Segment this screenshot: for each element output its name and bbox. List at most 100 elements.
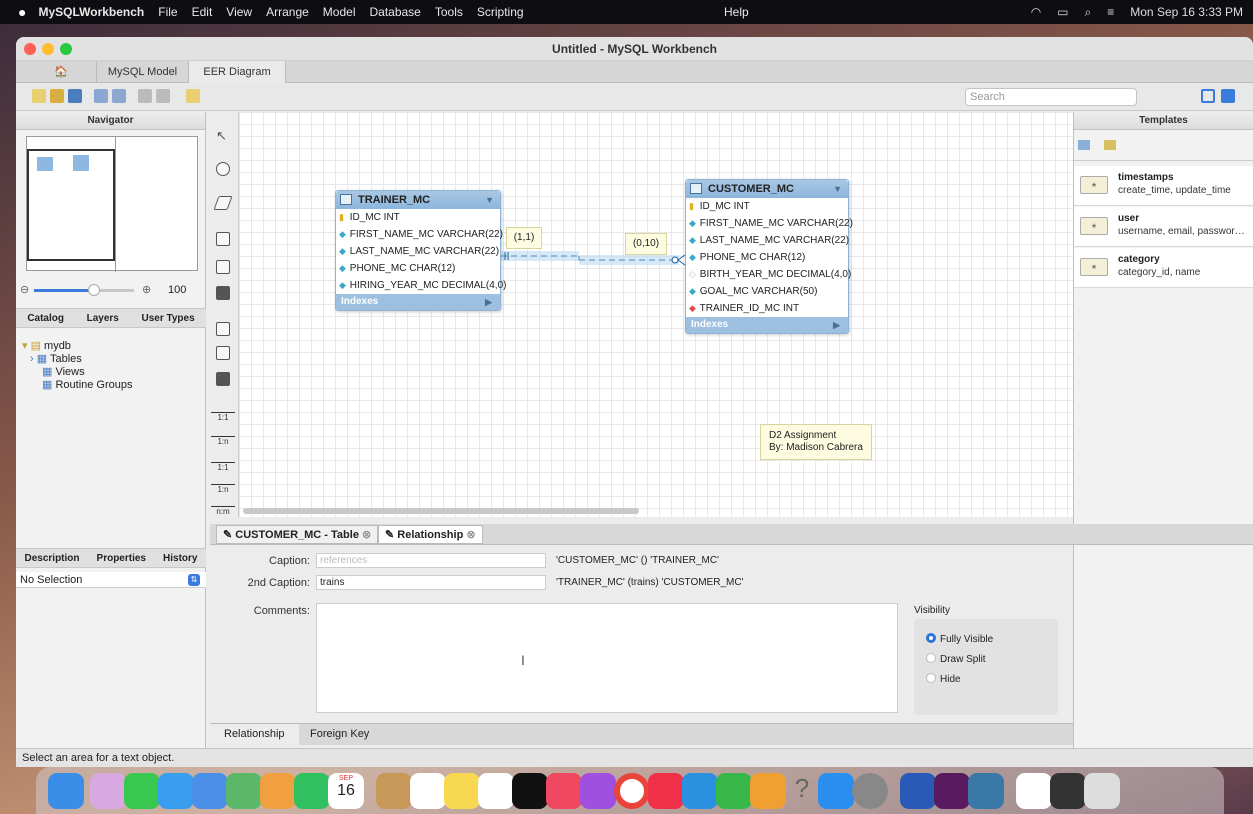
- tree-routines[interactable]: ▦ Routine Groups: [16, 379, 206, 392]
- tab-customer-table[interactable]: ✎ CUSTOMER_MC - Table ⊗: [216, 525, 379, 544]
- zoom-icon[interactable]: [60, 43, 72, 55]
- zoom-slider-knob[interactable]: [88, 284, 100, 296]
- selection-dropdown[interactable]: No Selection ⇅: [16, 572, 206, 588]
- text-icon[interactable]: [216, 260, 230, 274]
- word-icon[interactable]: [900, 773, 936, 809]
- column-row[interactable]: ◆ GOAL_MC VARCHAR(50): [686, 283, 848, 300]
- cardinality-right[interactable]: (0,10): [625, 233, 667, 255]
- tab-home[interactable]: 🏠: [26, 61, 96, 83]
- maps-icon[interactable]: [226, 773, 262, 809]
- caption2-input[interactable]: trains: [316, 575, 546, 590]
- tab-catalog[interactable]: Catalog: [27, 313, 64, 324]
- zoom-value[interactable]: 100: [168, 284, 186, 296]
- customer-table-header[interactable]: CUSTOMER_MC ▼: [686, 180, 848, 198]
- hand-icon[interactable]: [216, 162, 230, 176]
- system-settings-icon[interactable]: [852, 773, 888, 809]
- news-icon[interactable]: [648, 773, 684, 809]
- reminders-icon[interactable]: [410, 773, 446, 809]
- chrome-icon[interactable]: [614, 773, 650, 809]
- launchpad-icon[interactable]: [90, 773, 126, 809]
- trainer-table-header[interactable]: TRAINER_MC ▼: [336, 191, 500, 209]
- customer-table[interactable]: CUSTOMER_MC ▼ ▮ ID_MC INT ◆ FIRST_NAME_MC…: [685, 179, 853, 334]
- finder-icon[interactable]: [48, 773, 84, 809]
- zoom-slider[interactable]: [34, 289, 94, 292]
- facetime-icon[interactable]: [294, 773, 330, 809]
- trainer-indexes[interactable]: Indexes ▶: [336, 294, 500, 310]
- toggle-sidebar-icon[interactable]: [1201, 89, 1215, 103]
- table-tool-icon[interactable]: [216, 322, 230, 336]
- tree-tables[interactable]: › ▦ Tables: [16, 353, 206, 366]
- rel-1-n-id-icon[interactable]: 1:n: [211, 484, 235, 495]
- menu-scripting[interactable]: Scripting: [477, 5, 524, 19]
- music-icon[interactable]: [546, 773, 582, 809]
- menu-database[interactable]: Database: [369, 5, 420, 19]
- menu-arrange[interactable]: Arrange: [266, 5, 309, 19]
- trash-icon[interactable]: [1084, 773, 1120, 809]
- rel-n-m-icon[interactable]: n:m: [211, 506, 235, 517]
- close-tab-icon[interactable]: ⊗: [466, 529, 475, 541]
- close-icon[interactable]: [24, 43, 36, 55]
- wifi-icon[interactable]: ◠: [1031, 5, 1041, 19]
- layer-icon[interactable]: [216, 232, 230, 246]
- column-row[interactable]: ◆ FIRST_NAME_MC VARCHAR(22): [336, 226, 503, 243]
- diagram-canvas[interactable]: TRAINER_MC ▼ ▮ ID_MC INT ◆ FIRST_NAME_MC …: [239, 112, 1073, 517]
- new-icon[interactable]: [32, 89, 46, 103]
- column-row[interactable]: ◆ LAST_NAME_MC VARCHAR(22): [686, 232, 849, 249]
- text-note[interactable]: D2 Assignment By: Madison Cabrera: [760, 424, 872, 460]
- menu-model[interactable]: Model: [323, 5, 356, 19]
- comments-textarea[interactable]: I: [316, 603, 898, 713]
- customer-indexes[interactable]: Indexes ▶: [686, 317, 848, 333]
- toggle-grid-icon[interactable]: [138, 89, 152, 103]
- tab-description[interactable]: Description: [25, 553, 80, 564]
- radio-draw-split[interactable]: Draw Split: [926, 653, 986, 665]
- column-row[interactable]: ◆ PHONE_MC CHAR(12): [336, 260, 500, 277]
- trainer-table[interactable]: TRAINER_MC ▼ ▮ ID_MC INT ◆ FIRST_NAME_MC …: [335, 190, 506, 311]
- routine-tool-icon[interactable]: [216, 372, 230, 386]
- menu-view[interactable]: View: [226, 5, 252, 19]
- relationship-line[interactable]: [239, 112, 1073, 517]
- preview-icon[interactable]: [1016, 773, 1052, 809]
- tab-mysql-model[interactable]: MySQL Model: [96, 61, 188, 83]
- column-row[interactable]: ▮ ID_MC INT: [686, 198, 848, 215]
- help-icon[interactable]: ?: [784, 773, 820, 809]
- tab-user-types[interactable]: User Types: [141, 313, 194, 324]
- menu-help[interactable]: Help: [724, 5, 749, 19]
- tree-schema[interactable]: ▾ ▤ mydb: [16, 340, 206, 353]
- save-icon[interactable]: [68, 89, 82, 103]
- column-row[interactable]: ▮ ID_MC INT: [336, 209, 500, 226]
- template-category[interactable]: ★ category category_id, name: [1074, 248, 1253, 288]
- freeform-icon[interactable]: [478, 773, 514, 809]
- numbers-icon[interactable]: [716, 773, 752, 809]
- control-center-icon[interactable]: ≡: [1107, 5, 1114, 19]
- collapse-icon[interactable]: ▼: [833, 180, 842, 198]
- eraser-icon[interactable]: [213, 196, 233, 210]
- search-input[interactable]: Search: [965, 88, 1137, 106]
- column-row[interactable]: ◆ TRAINER_ID_MC INT: [686, 300, 848, 317]
- mail-icon[interactable]: [192, 773, 228, 809]
- column-row[interactable]: ◇ BIRTH_YEAR_MC DECIMAL(4,0): [686, 266, 851, 283]
- column-row[interactable]: ◆ FIRST_NAME_MC VARCHAR(22): [686, 215, 853, 232]
- rel-1-1-id-icon[interactable]: 1:1: [211, 462, 235, 473]
- podcasts-icon[interactable]: [580, 773, 616, 809]
- tab-history[interactable]: History: [163, 553, 197, 564]
- radio-hide[interactable]: Hide: [926, 673, 961, 685]
- view-tool-icon[interactable]: [216, 346, 230, 360]
- column-row[interactable]: ◆ PHONE_MC CHAR(12): [686, 249, 848, 266]
- minimize-icon[interactable]: [42, 43, 54, 55]
- safari-icon[interactable]: [158, 773, 194, 809]
- battery-icon[interactable]: ▭: [1057, 5, 1068, 19]
- tab-relationship[interactable]: ✎ Relationship ⊗: [378, 525, 483, 544]
- tree-views[interactable]: ▦ Views: [16, 366, 206, 379]
- redo-icon[interactable]: [112, 89, 126, 103]
- column-row[interactable]: ◆ HIRING_YEAR_MC DECIMAL(4,0): [336, 277, 506, 294]
- menu-tools[interactable]: Tools: [435, 5, 463, 19]
- keynote-icon[interactable]: [682, 773, 718, 809]
- tab-properties[interactable]: Properties: [97, 553, 146, 564]
- new-diagram-icon[interactable]: [186, 89, 200, 103]
- collapse-icon[interactable]: ▼: [485, 191, 494, 209]
- zoom-in-icon[interactable]: ⊕: [142, 283, 151, 296]
- apple-icon[interactable]: ●: [18, 4, 26, 20]
- dreamweaver-icon[interactable]: [934, 773, 970, 809]
- toggle-panel-icon[interactable]: [1221, 89, 1235, 103]
- messages-icon[interactable]: [124, 773, 160, 809]
